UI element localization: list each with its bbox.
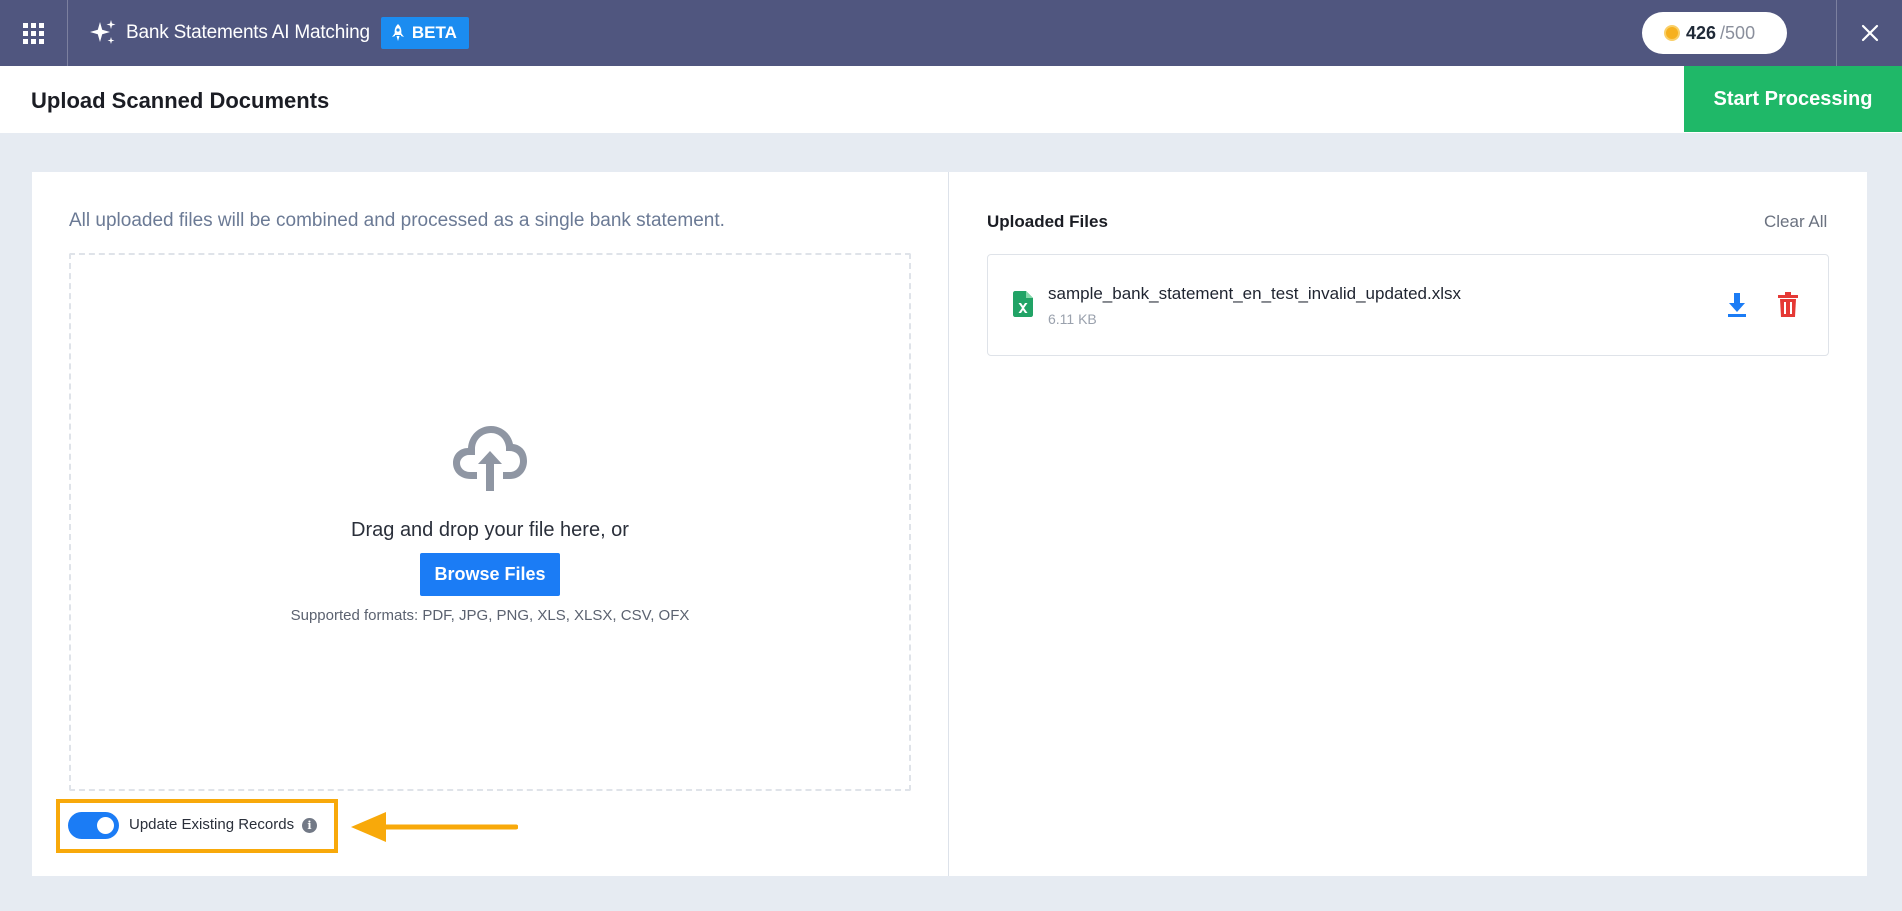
toggle-label: Update Existing Records	[129, 816, 295, 833]
arrow-left-icon	[351, 812, 518, 842]
page-title: Upload Scanned Documents	[31, 88, 330, 113]
drag-drop-text: Drag and drop your file here, or	[351, 519, 629, 541]
trash-icon[interactable]	[1777, 292, 1799, 318]
app-title-group: Bank Statements AI Matching BETA	[88, 0, 469, 66]
info-icon[interactable]: i	[302, 818, 317, 833]
file-size: 6.11 KB	[1048, 311, 1097, 327]
sparkle-icon	[90, 20, 116, 44]
upload-note: All uploaded files will be combined and …	[69, 210, 725, 231]
credits-used: 426	[1686, 22, 1717, 43]
file-list-item	[987, 254, 1829, 356]
beta-label: BETA	[411, 23, 457, 42]
toggle-knob	[97, 817, 114, 834]
coin-icon	[1664, 25, 1680, 41]
close-button[interactable]	[1836, 0, 1902, 66]
credits-total: /500	[1720, 22, 1756, 43]
app-title: Bank Statements AI Matching	[126, 22, 370, 43]
cloud-upload-icon	[453, 426, 527, 491]
start-processing-button[interactable]: Start Processing	[1684, 66, 1902, 132]
file-name: sample_bank_statement_en_test_invalid_up…	[1048, 284, 1461, 303]
beta-badge: BETA	[380, 17, 469, 49]
supported-formats-text: Supported formats: PDF, JPG, PNG, XLS, X…	[290, 607, 690, 624]
page-header: Upload Scanned Documents Start Processin…	[0, 66, 1902, 133]
download-icon[interactable]	[1726, 292, 1748, 318]
browse-files-button[interactable]: Browse Files	[420, 553, 560, 596]
close-icon	[1861, 24, 1878, 42]
excel-file-icon	[1013, 291, 1033, 317]
credits-counter[interactable]: 426 /500	[1642, 12, 1787, 54]
rocket-icon	[391, 24, 404, 41]
apps-grid-icon	[23, 22, 44, 44]
clear-all-link[interactable]: Clear All	[1764, 212, 1827, 232]
top-bar: Bank Statements AI Matching BETA 426 /50…	[0, 0, 1902, 66]
update-existing-records-toggle[interactable]	[68, 812, 119, 839]
uploaded-files-title: Uploaded Files	[987, 212, 1108, 231]
apps-menu-button[interactable]	[0, 0, 68, 66]
